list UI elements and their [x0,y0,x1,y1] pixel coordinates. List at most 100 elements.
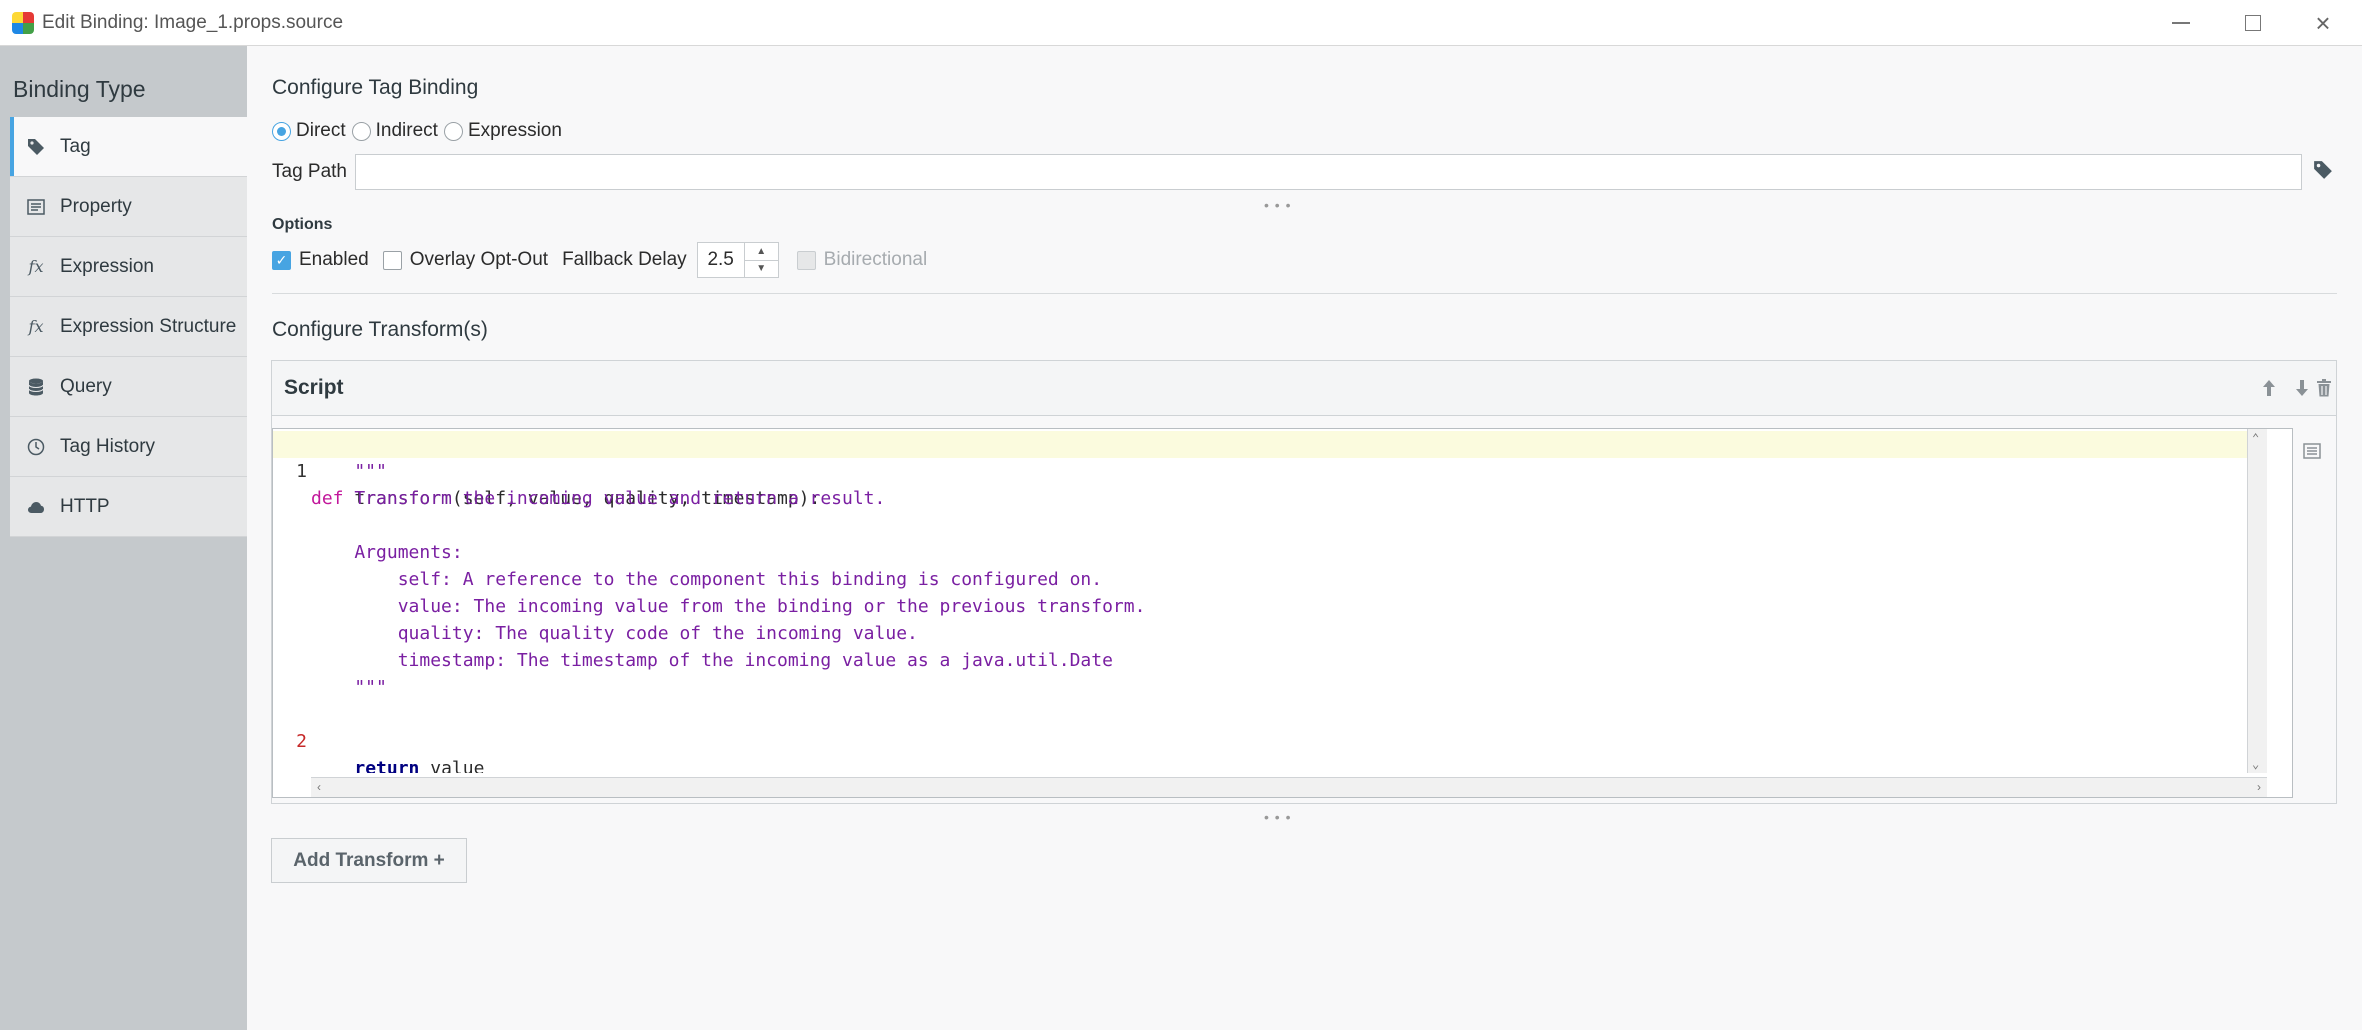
line-number: 2 [296,731,307,752]
fallback-delay-value[interactable]: 2.5 [698,243,744,277]
stepper-buttons: ▲ ▼ [743,243,778,278]
maximize-icon [2245,15,2261,31]
code-line: Transform the incoming value and return … [273,485,2267,512]
sidebar-item-tag-history[interactable]: Tag History [10,417,247,477]
title-bar: Edit Binding: Image_1.props.source × [0,0,2362,46]
editor-options-icon[interactable] [2303,443,2323,461]
code-line: value: The incoming value from the bindi… [273,593,2267,620]
app-logo-icon [12,11,34,34]
indirect-radio[interactable] [351,121,371,141]
sidebar-item-label: Expression Structure [60,315,237,337]
tag-path-label: Tag Path [272,161,347,182]
bidirectional-checkbox [796,250,816,270]
section-divider [272,293,2337,294]
scroll-down-icon[interactable]: ⌄ [2252,757,2259,771]
script-transform-panel: Script 1 def transform(self, value, qual… [271,360,2337,804]
sidebar-item-tag[interactable]: Tag [10,117,247,177]
close-icon: × [2315,8,2331,38]
resize-grip[interactable]: • • • [1264,809,1291,825]
fx-icon: fx [28,317,44,336]
tag-browse-button[interactable] [2313,160,2335,182]
scroll-left-icon[interactable]: ‹ [317,780,321,794]
code-line: """ [273,458,2267,485]
docstring-line: """ [311,677,387,698]
add-transform-button[interactable]: Add Transform + [271,838,467,883]
configure-tag-binding-heading: Configure Tag Binding [272,76,479,99]
overlay-opt-out-label[interactable]: Overlay Opt-Out [410,249,548,271]
code-line: 1 def transform(self, value, quality, ti… [273,431,2267,509]
code-line: quality: The quality code of the incomin… [273,620,2267,647]
property-icon [26,197,46,217]
resize-grip[interactable]: • • • [1264,197,1291,213]
configure-transforms-heading: Configure Transform(s) [272,318,488,341]
sidebar-item-http[interactable]: HTTP [10,477,247,537]
move-down-icon[interactable] [2291,377,2313,399]
fallback-delay-label: Fallback Delay [562,249,687,270]
code-line: 2 return value [273,701,2267,773]
tag-path-input[interactable] [355,154,2302,190]
vertical-scrollbar[interactable]: ⌃ ⌄ [2247,429,2267,773]
code-line: self: A reference to the component this … [273,566,2267,593]
script-panel-title: Script [284,376,344,399]
window-title: Edit Binding: Image_1.props.source [42,11,344,33]
sidebar-item-label: Expression [60,255,154,277]
code-line: """ [273,674,2267,701]
sidebar-item-label: Tag [60,135,91,157]
expression-radio-label[interactable]: Expression [468,120,562,142]
docstring-line: timestamp: The timestamp of the incoming… [311,650,1113,671]
horizontal-scrollbar[interactable]: ‹ › [311,777,2267,797]
sidebar-item-label: Query [60,375,112,397]
main-panel: Configure Tag Binding Direct Indirect Ex… [247,46,2362,1030]
sidebar-item-label: Property [60,195,132,217]
move-up-icon[interactable] [2258,377,2280,399]
tag-icon [26,137,46,157]
sidebar-title: Binding Type [13,76,146,102]
code-area[interactable]: 1 def transform(self, value, quality, ti… [273,429,2267,773]
maximize-button[interactable] [2218,0,2288,46]
direct-radio-label[interactable]: Direct [296,120,346,142]
expression-radio[interactable] [443,121,463,141]
sidebar-item-expression-structure[interactable]: fx Expression Structure [10,297,247,357]
keyword-return: return [354,758,420,773]
tag-icon [2314,161,2332,179]
sidebar-item-query[interactable]: Query [10,357,247,417]
binding-mode-group: Direct Indirect Expression [272,120,568,142]
fallback-delay-stepper[interactable]: 2.5 ▲ ▼ [696,242,779,278]
docstring-line: self: A reference to the component this … [311,569,1103,590]
docstring-line: Arguments: [311,542,463,563]
enabled-checkbox[interactable]: ✓ [272,250,291,270]
code-line: timestamp: The timestamp of the incoming… [273,647,2267,674]
binding-type-sidebar: Binding Type Tag Property fx Expression … [0,46,247,1030]
binding-type-list: Tag Property fx Expression fx Expression… [10,117,247,537]
cloud-icon [26,497,46,517]
indirect-radio-label[interactable]: Indirect [376,120,438,142]
delete-icon[interactable] [2313,377,2335,399]
code-line: Arguments: [273,539,2267,566]
options-label: Options [272,216,333,233]
docstring-line: value: The incoming value from the bindi… [311,596,1146,617]
script-editor[interactable]: 1 def transform(self, value, quality, ti… [272,428,2293,798]
minimize-icon [2172,22,2190,24]
script-panel-header: Script [272,361,2336,416]
scroll-up-icon[interactable]: ⌃ [2252,431,2259,445]
docstring-line: """ [311,461,387,482]
scroll-right-icon[interactable]: › [2257,780,2261,794]
overlay-opt-out-checkbox[interactable] [382,250,402,270]
sidebar-item-property[interactable]: Property [10,177,247,237]
direct-radio[interactable] [272,121,291,141]
minimize-button[interactable] [2146,0,2216,46]
sidebar-item-label: Tag History [60,435,156,457]
return-expression: value [419,758,485,773]
options-row: ✓ Enabled Overlay Opt-Out Fallback Delay… [272,242,927,278]
sidebar-item-label: HTTP [60,495,110,517]
bidirectional-label: Bidirectional [823,249,928,270]
close-button[interactable]: × [2288,0,2358,46]
decrement-button[interactable]: ▼ [744,259,778,278]
sidebar-item-expression[interactable]: fx Expression [10,237,247,297]
enabled-label[interactable]: Enabled [299,249,369,271]
database-icon [26,377,46,397]
docstring-line: Transform the incoming value and return … [311,488,886,509]
clock-icon [26,437,46,457]
increment-button[interactable]: ▲ [745,243,778,260]
